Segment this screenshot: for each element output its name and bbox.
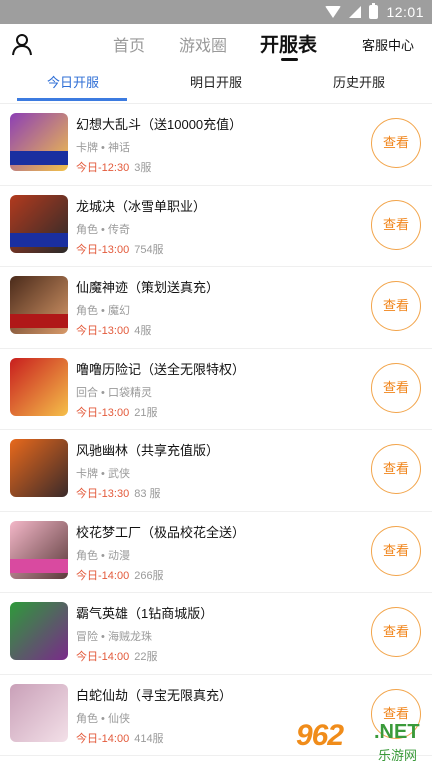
open-time: 今日-14:00 (76, 651, 130, 663)
list-item[interactable]: 噜噜历险记（送全无限特权） 回合 • 口袋精灵 今日-13:00 21服 查看 (0, 349, 432, 430)
view-button[interactable]: 查看 (371, 281, 421, 331)
battery-icon (369, 3, 379, 19)
top-header: 首页 游戏圈 开服表 客服中心 (0, 24, 432, 64)
view-button[interactable]: 查看 (371, 607, 421, 657)
list-item[interactable]: 霸气英雄（1钻商城版） 冒险 • 海贼龙珠 今日-14:00 22服 查看 (0, 593, 432, 675)
nav-game-circle[interactable]: 游戏圈 (179, 32, 227, 56)
nav-server-table[interactable]: 开服表 (260, 30, 317, 57)
server-count: 414服 (134, 732, 164, 745)
view-button[interactable]: 查看 (371, 199, 421, 250)
open-time: 今日-13:00 (76, 325, 130, 337)
list-item[interactable]: 校花梦工厂（极品校花全送） 角色 • 动漫 今日-14:00 266服 查看 (0, 512, 432, 593)
tab-tomorrow[interactable]: 明日开服 (190, 72, 242, 91)
server-count: 754服 (134, 243, 164, 256)
game-thumbnail (10, 602, 68, 660)
view-button[interactable]: 查看 (371, 118, 421, 168)
game-meta: 角色 • 传奇 (76, 223, 130, 236)
nav-home[interactable]: 首页 (113, 32, 145, 56)
game-name: 仙魔神迹（策划送真充） (76, 280, 220, 295)
watermark-tld: .NET (374, 721, 420, 743)
server-count: 83 服 (134, 488, 161, 500)
tab-history[interactable]: 历史开服 (333, 72, 385, 91)
game-meta: 卡牌 • 神话 (76, 142, 130, 154)
game-name: 幻想大乱斗（送10000充值） (76, 117, 243, 132)
list-item[interactable]: 仙魔神迹（策划送真充） 角色 • 魔幻 今日-13:00 4服 查看 (0, 267, 432, 349)
game-thumbnail (10, 683, 68, 742)
game-meta: 卡牌 • 武侠 (76, 468, 130, 480)
customer-service-link[interactable]: 客服中心 (362, 35, 414, 54)
game-thumbnail (10, 520, 68, 579)
game-name: 校花梦工厂（极品校花全送） (76, 524, 246, 540)
view-button[interactable]: 查看 (371, 362, 421, 413)
game-thumbnail (10, 113, 68, 171)
game-thumbnail (10, 194, 68, 253)
watermark-subtitle: 乐游网 (378, 748, 418, 763)
status-bar: 12:01 (0, 0, 432, 24)
game-name: 龙城决（冰雪单职业） (76, 198, 207, 214)
game-meta: 角色 • 魔幻 (76, 305, 130, 317)
open-time: 今日-13:30 (76, 488, 130, 500)
game-thumbnail (10, 439, 68, 497)
nav-active-indicator (281, 58, 298, 61)
site-watermark: 962 .NET 乐游网 (296, 719, 426, 765)
tab-today[interactable]: 今日开服 (47, 72, 99, 91)
game-thumbnail (10, 357, 68, 416)
wifi-icon (325, 6, 342, 18)
list-item[interactable]: 幻想大乱斗（送10000充值） 卡牌 • 神话 今日-12:30 3服 查看 (0, 104, 432, 186)
server-count: 22服 (134, 651, 158, 663)
game-meta: 冒险 • 海贼龙珠 (76, 631, 152, 643)
server-count: 266服 (134, 569, 164, 582)
tab-active-indicator (17, 98, 127, 101)
view-button[interactable]: 查看 (371, 444, 421, 494)
list-item[interactable]: 龙城决（冰雪单职业） 角色 • 传奇 今日-13:00 754服 查看 (0, 186, 432, 267)
server-count: 3服 (134, 162, 152, 174)
game-name: 霸气英雄（1钻商城版） (76, 606, 214, 621)
game-meta: 角色 • 仙侠 (76, 712, 130, 725)
signal-icon (349, 6, 362, 18)
list-item[interactable]: 风驰幽林（共享充值版） 卡牌 • 武侠 今日-13:30 83 服 查看 (0, 430, 432, 512)
server-count: 4服 (134, 325, 152, 337)
game-name: 白蛇仙劫（寻宝无限真充） (76, 687, 233, 703)
open-time: 今日-13:00 (76, 243, 130, 256)
open-time: 今日-14:00 (76, 569, 130, 582)
clock: 12:01 (386, 4, 424, 20)
date-tabs: 今日开服 明日开服 历史开服 (0, 64, 432, 104)
game-thumbnail (10, 276, 68, 334)
game-meta: 角色 • 动漫 (76, 549, 130, 562)
open-time: 今日-13:00 (76, 406, 130, 419)
game-name: 风驰幽林（共享充值版） (76, 443, 220, 458)
game-meta: 回合 • 口袋精灵 (76, 386, 152, 399)
game-name: 噜噜历险记（送全无限特权） (76, 361, 246, 377)
watermark-logo: 962 (296, 719, 344, 752)
open-time: 今日-12:30 (76, 162, 130, 174)
server-count: 21服 (134, 406, 158, 419)
view-button[interactable]: 查看 (371, 525, 421, 576)
server-list: 幻想大乱斗（送10000充值） 卡牌 • 神话 今日-12:30 3服 查看 龙城… (0, 104, 432, 769)
open-time: 今日-14:00 (76, 732, 130, 745)
